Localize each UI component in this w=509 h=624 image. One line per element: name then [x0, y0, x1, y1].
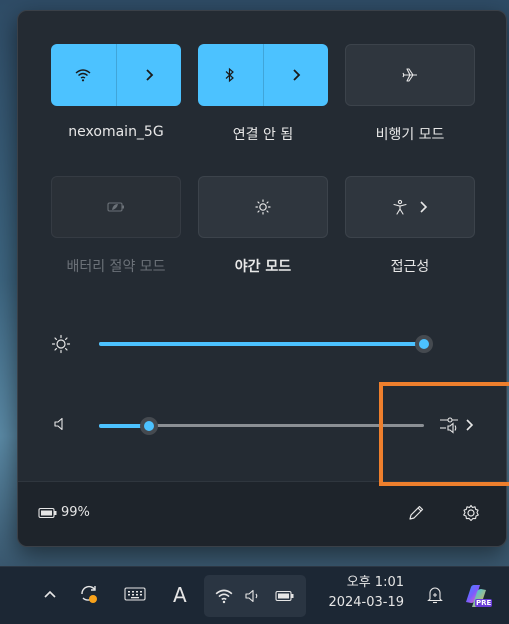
battery-saver-label: 배터리 절약 모드	[66, 259, 166, 275]
speaker-icon	[245, 589, 258, 603]
speaker-icon[interactable]	[53, 416, 69, 432]
chevron-right-icon	[146, 69, 154, 81]
ime-indicator[interactable]: A	[173, 583, 187, 607]
keyboard-icon[interactable]	[124, 586, 146, 602]
brightness-fill	[99, 342, 424, 346]
bluetooth-tile[interactable]	[198, 44, 328, 106]
notification-icon[interactable]	[425, 585, 445, 605]
wifi-tile[interactable]	[51, 44, 181, 106]
chevron-right-icon[interactable]	[418, 200, 428, 214]
wifi-icon	[215, 589, 233, 604]
highlight-box	[379, 382, 509, 486]
copilot-button[interactable]: PRE	[462, 582, 493, 610]
bluetooth-label: 연결 안 됨	[232, 127, 294, 143]
copilot-pre-badge: PRE	[475, 599, 493, 607]
battery-icon	[275, 590, 294, 602]
airplane-mode-tile[interactable]	[345, 44, 475, 106]
wifi-expand-button[interactable]	[117, 44, 182, 106]
brightness-slider[interactable]	[99, 335, 433, 353]
airplane-mode-label: 비행기 모드	[375, 127, 445, 143]
battery-percent: 99%	[61, 505, 90, 520]
chevron-up-icon[interactable]	[43, 589, 57, 599]
battery-saver-icon	[107, 202, 124, 212]
bluetooth-toggle[interactable]	[198, 44, 263, 106]
airplane-icon	[402, 68, 417, 82]
sync-icon[interactable]	[78, 583, 100, 605]
clock-date: 2024-03-19	[328, 595, 404, 610]
accessibility-icon	[393, 199, 407, 215]
chevron-right-icon	[293, 69, 301, 81]
clock-time: 오후 1:01	[346, 575, 404, 590]
brightness-thumb[interactable]	[415, 335, 433, 353]
brightness-icon	[51, 334, 71, 354]
gear-icon[interactable]	[461, 503, 481, 523]
wifi-icon	[75, 69, 91, 82]
system-tray-group[interactable]	[204, 575, 306, 617]
bluetooth-expand-button[interactable]	[264, 44, 329, 106]
clock[interactable]: 오후 1:01 2024-03-19	[316, 573, 416, 619]
night-light-icon	[255, 199, 271, 215]
accessibility-tile[interactable]	[345, 176, 475, 238]
battery-status[interactable]: 99%	[38, 505, 90, 520]
taskbar: A 오후 1:01 2024-03-19 PRE	[0, 566, 509, 624]
pencil-icon[interactable]	[407, 504, 425, 522]
battery-saver-tile	[51, 176, 181, 238]
accessibility-label: 접근성	[390, 259, 430, 275]
volume-thumb[interactable]	[140, 417, 158, 435]
wifi-toggle[interactable]	[51, 44, 116, 106]
quick-settings-footer: 99%	[18, 481, 506, 546]
bluetooth-icon	[225, 67, 235, 83]
battery-icon	[38, 507, 57, 518]
night-light-tile[interactable]	[198, 176, 328, 238]
night-light-label: 야간 모드	[234, 259, 292, 275]
wifi-label: nexomain_5G	[68, 124, 164, 140]
